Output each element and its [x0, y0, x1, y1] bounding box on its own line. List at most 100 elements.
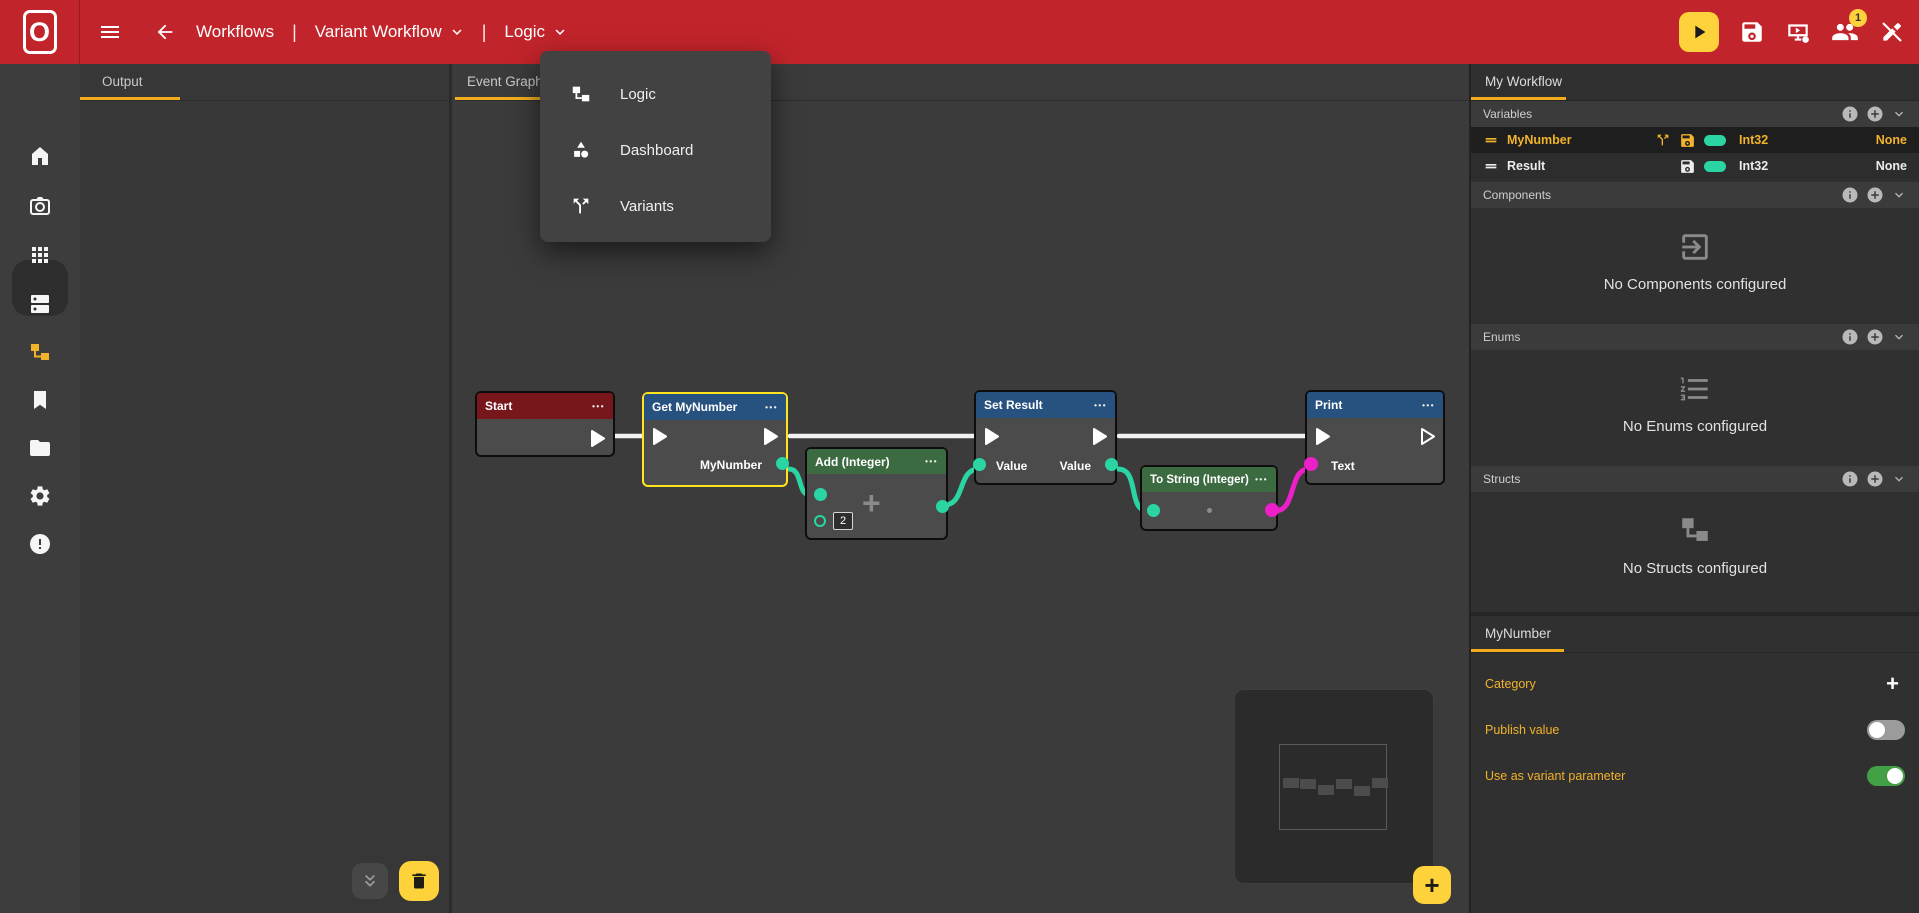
camera-icon: [28, 194, 52, 218]
data-out-pin[interactable]: [1105, 458, 1118, 471]
input-value-field[interactable]: 2: [833, 512, 853, 530]
exec-in-pin[interactable]: [984, 428, 999, 445]
variant-parameter-toggle[interactable]: [1867, 766, 1905, 786]
add-category-button[interactable]: +: [1886, 671, 1899, 697]
sidebar-item-camera[interactable]: [28, 194, 52, 218]
exec-in-pin[interactable]: [652, 428, 667, 445]
publish-value-row: Publish value: [1471, 707, 1919, 753]
node-to-string[interactable]: To String (Integer) •••: [1140, 465, 1278, 531]
view-name-dropdown[interactable]: Logic: [504, 22, 545, 42]
sidebar-item-issues[interactable]: [28, 532, 52, 556]
node-add-integer[interactable]: Add (Integer) ••• 2 +: [805, 447, 948, 540]
data-in-pin[interactable]: [1304, 457, 1318, 471]
node-menu-icon[interactable]: •••: [1255, 475, 1268, 484]
workflow-name-dropdown[interactable]: Variant Workflow: [315, 22, 442, 42]
tab-output[interactable]: Output: [102, 74, 143, 89]
data-in-pin[interactable]: [973, 458, 986, 471]
info-icon[interactable]: [1841, 186, 1859, 204]
exec-in-pin[interactable]: [1315, 428, 1330, 445]
chevron-down-icon[interactable]: [1891, 471, 1907, 487]
data-in-pin-unconnected[interactable]: [814, 515, 826, 527]
menu-item-variants[interactable]: Variants: [540, 178, 771, 234]
variable-value[interactable]: None: [1847, 159, 1907, 173]
graph-minimap[interactable]: [1234, 689, 1434, 884]
chevron-down-icon[interactable]: [1891, 329, 1907, 345]
data-in-pin[interactable]: [814, 488, 827, 501]
drag-handle-icon[interactable]: [1483, 158, 1499, 174]
info-icon[interactable]: [1841, 328, 1859, 346]
node-set-result[interactable]: Set Result ••• Value Value: [974, 390, 1117, 485]
node-menu-icon[interactable]: •••: [1422, 401, 1435, 410]
exit-to-app-icon: [1678, 230, 1712, 264]
chevron-down-icon[interactable]: [1891, 187, 1907, 203]
chevron-down-icon[interactable]: [551, 23, 569, 41]
tab-event-graph[interactable]: Event Graph: [467, 74, 543, 89]
menu-item-logic[interactable]: Logic: [540, 66, 771, 122]
chevron-down-icon[interactable]: [448, 23, 466, 41]
sidebar-item-dns[interactable]: [28, 292, 52, 316]
node-menu-icon[interactable]: •••: [925, 457, 938, 466]
node-get-title: Get MyNumber: [652, 400, 737, 414]
node-get-mynumber[interactable]: Get MyNumber ••• MyNumber: [642, 392, 788, 487]
variable-type: Int32: [1739, 133, 1779, 147]
save-link-icon[interactable]: [1679, 158, 1696, 175]
data-in-pin[interactable]: [1147, 504, 1160, 517]
save-link-icon[interactable]: [1739, 19, 1765, 45]
back-arrow-icon[interactable]: [154, 21, 176, 43]
exec-out-pin[interactable]: [763, 428, 778, 445]
delete-button[interactable]: [399, 861, 439, 901]
node-menu-icon[interactable]: •••: [592, 402, 605, 411]
section-title: Variables: [1483, 107, 1841, 121]
add-node-button[interactable]: +: [1413, 866, 1451, 904]
publish-value-toggle[interactable]: [1867, 720, 1905, 740]
variable-row-mynumber[interactable]: MyNumber Int32 None: [1471, 127, 1919, 153]
tab-mynumber-detail[interactable]: MyNumber: [1485, 626, 1551, 641]
exec-out-pin[interactable]: [590, 430, 605, 447]
workflow-tabbar: My Workflow: [1471, 64, 1919, 101]
node-menu-icon[interactable]: •••: [1094, 401, 1107, 410]
node-print[interactable]: Print ••• Text: [1305, 390, 1445, 485]
sidebar-item-workflows[interactable]: [28, 340, 52, 364]
video-settings-icon[interactable]: [1785, 19, 1811, 45]
menu-item-dashboard[interactable]: Dashboard: [540, 122, 771, 178]
exec-out-pin-unconnected[interactable]: [1420, 428, 1435, 445]
collaborators-icon[interactable]: 1: [1831, 18, 1859, 46]
sidebar-item-apps[interactable]: [28, 243, 52, 267]
variable-value[interactable]: None: [1847, 133, 1907, 147]
pin-label: Text: [1331, 459, 1355, 473]
exec-out-pin[interactable]: [1092, 428, 1107, 445]
drag-handle-icon[interactable]: [1483, 132, 1499, 148]
add-circle-icon[interactable]: [1866, 470, 1884, 488]
add-circle-icon[interactable]: [1866, 328, 1884, 346]
collapse-output-button[interactable]: [352, 863, 388, 899]
save-link-icon[interactable]: [1679, 132, 1696, 149]
data-out-pin[interactable]: [776, 457, 789, 470]
section-enums: Enums: [1471, 324, 1919, 350]
add-circle-icon[interactable]: [1866, 105, 1884, 123]
sidebar-item-bookmarks[interactable]: [28, 388, 52, 412]
data-out-pin[interactable]: [936, 500, 949, 513]
breadcrumb-workflows[interactable]: Workflows: [196, 22, 274, 42]
bookmark-icon: [28, 388, 52, 412]
chevron-down-icon[interactable]: [1891, 106, 1907, 122]
node-start[interactable]: Start •••: [475, 391, 615, 457]
add-circle-icon[interactable]: [1866, 186, 1884, 204]
run-workflow-button[interactable]: [1679, 12, 1719, 52]
data-out-pin[interactable]: [1265, 503, 1279, 517]
sidebar-item-settings[interactable]: [28, 484, 52, 508]
sidebar-item-home[interactable]: [28, 144, 52, 168]
edit-off-icon[interactable]: [1879, 19, 1905, 45]
node-add-title: Add (Integer): [815, 455, 890, 469]
hamburger-menu-icon[interactable]: [98, 20, 122, 44]
info-icon[interactable]: [1841, 470, 1859, 488]
tab-my-workflow[interactable]: My Workflow: [1485, 74, 1562, 89]
category-row: Category +: [1471, 661, 1919, 707]
variable-row-result[interactable]: Result Int32 None: [1471, 153, 1919, 179]
info-icon[interactable]: [1841, 105, 1859, 123]
sidebar-item-files[interactable]: [28, 436, 52, 460]
section-title: Components: [1483, 188, 1841, 202]
node-menu-icon[interactable]: •••: [765, 403, 778, 412]
app-logo[interactable]: O: [0, 0, 80, 64]
menu-item-label: Dashboard: [620, 142, 693, 159]
minimap-node: [1283, 778, 1299, 788]
